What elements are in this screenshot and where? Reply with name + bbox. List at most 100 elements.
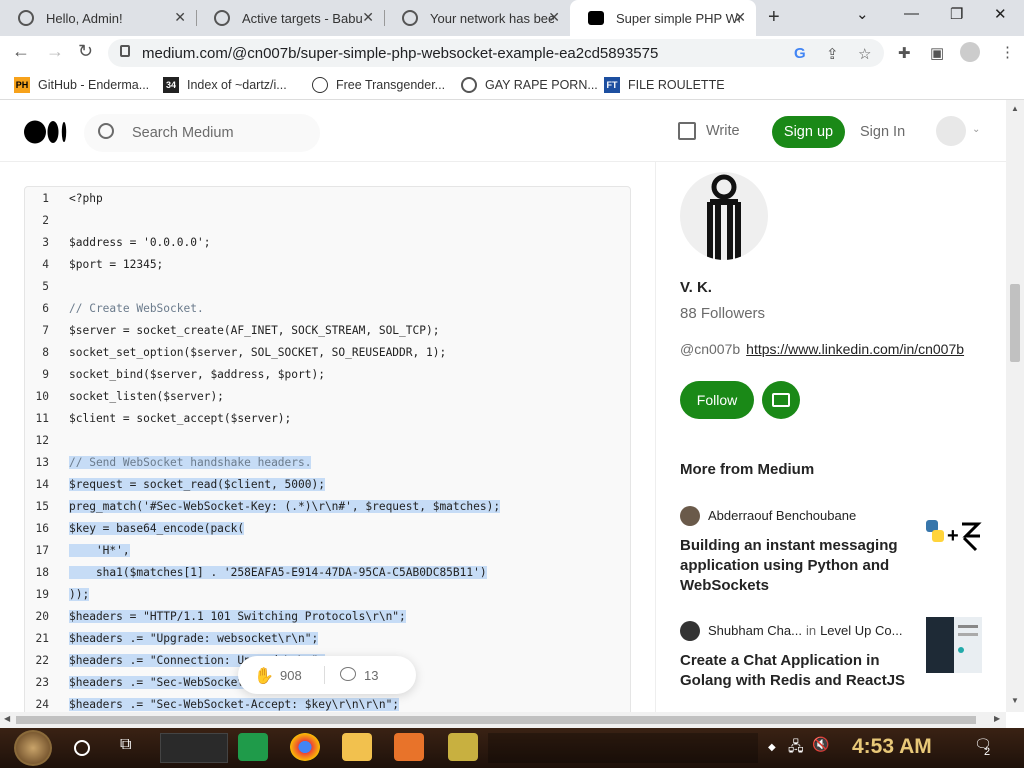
code-text[interactable]: $port = 12345; <box>69 254 163 276</box>
code-text[interactable]: socket_set_option($server, SOL_SOCKET, S… <box>69 342 446 364</box>
chrome-app-icon[interactable] <box>290 733 320 761</box>
google-translate-icon[interactable]: G <box>794 45 806 62</box>
close-tab-icon[interactable]: ✕ <box>174 9 186 26</box>
file-explorer-icon[interactable] <box>342 733 372 761</box>
new-tab-plus-icon[interactable]: + <box>768 6 780 29</box>
author-name[interactable]: Shubham Cha... <box>708 623 802 638</box>
article-title[interactable]: Create a Chat Application in Golang with… <box>680 651 908 691</box>
recommended-article[interactable]: Abderraouf Benchoubane Building an insta… <box>680 506 986 606</box>
tray-chevron-icon[interactable]: ◆ <box>768 742 776 753</box>
chevron-down-icon[interactable]: ⌄ <box>972 124 980 135</box>
response-bubble-icon[interactable] <box>340 667 356 681</box>
author-name[interactable]: Abderraouf Benchoubane <box>708 508 856 523</box>
close-tab-icon[interactable]: ✕ <box>734 9 746 26</box>
article-thumbnail[interactable]: + <box>926 516 982 572</box>
extensions-puzzle-icon[interactable]: ✚ <box>898 44 911 62</box>
task-view-icon[interactable]: ⧉ <box>120 736 131 754</box>
tab-search-chevron-icon[interactable]: ⌄ <box>856 5 869 23</box>
clap-icon[interactable]: ✋ <box>254 666 274 686</box>
volume-muted-icon[interactable]: 🔇 <box>812 736 829 753</box>
code-text[interactable]: socket_listen($server); <box>69 386 224 408</box>
clock[interactable]: 4:53 AM <box>852 735 932 759</box>
article-title[interactable]: Building an instant messaging applicatio… <box>680 536 908 596</box>
code-text[interactable]: socket_bind($server, $address, $port); <box>69 364 325 386</box>
avatar[interactable] <box>936 116 966 146</box>
code-text[interactable]: preg_match('#Sec-WebSocket-Key: (.*)\r\n… <box>69 496 501 518</box>
scroll-left-icon[interactable]: ◀ <box>4 714 10 723</box>
code-text[interactable]: $server = socket_create(AF_INET, SOCK_ST… <box>69 320 439 342</box>
code-text[interactable]: // Send WebSocket handshake headers. <box>69 452 312 474</box>
network-icon[interactable]: 🖧 <box>788 736 804 760</box>
close-tab-icon[interactable]: ✕ <box>362 9 374 26</box>
follower-count[interactable]: 88 Followers <box>680 305 765 322</box>
signup-button[interactable]: Sign up <box>772 116 845 148</box>
url-text[interactable]: medium.com/@cn007b/super-simple-php-webs… <box>142 45 658 62</box>
search-input[interactable]: Search Medium <box>84 114 320 152</box>
menu-kebab-icon[interactable]: ⋮ <box>1000 43 1015 61</box>
minimize-icon[interactable]: — <box>904 5 919 22</box>
profile-icon[interactable] <box>960 42 980 62</box>
code-text[interactable]: 'H*', <box>69 540 130 562</box>
recommended-article[interactable]: Shubham Cha... in Level Up Co... Create a … <box>680 617 986 711</box>
code-text[interactable]: <?php <box>69 188 103 210</box>
bookmark-item[interactable]: PH GitHub - Enderma... <box>14 77 149 93</box>
line-number: 11 <box>35 412 49 425</box>
publication-name[interactable]: Level Up Co... <box>820 623 902 638</box>
browser-tab[interactable]: Hello, Admin! ✕ <box>0 0 196 36</box>
share-icon[interactable]: ⇪ <box>826 45 839 63</box>
article-thumbnail[interactable] <box>926 617 982 673</box>
follow-button[interactable]: Follow <box>680 381 754 419</box>
code-text[interactable]: )); <box>69 584 90 606</box>
code-text[interactable]: sha1($matches[1] . '258EAFA5-E914-47DA-9… <box>69 562 487 584</box>
code-text-content: $request = socket_read($client, 5000); <box>69 478 325 491</box>
cortana-circle-icon[interactable] <box>74 740 90 756</box>
close-tab-icon[interactable]: ✕ <box>548 9 560 26</box>
reload-icon[interactable]: ↻ <box>78 41 93 62</box>
article-author[interactable]: Shubham Cha... in Level Up Co... <box>708 623 902 638</box>
write-button[interactable]: Write <box>678 122 740 140</box>
code-text[interactable]: $address = '0.0.0.0'; <box>69 232 210 254</box>
code-text[interactable]: $headers = "HTTP/1.1 101 Switching Proto… <box>69 606 406 628</box>
xampp-app-icon[interactable] <box>394 733 424 761</box>
author-avatar[interactable] <box>680 172 768 260</box>
lock-icon[interactable] <box>120 45 130 57</box>
linkedin-link[interactable]: https://www.linkedin.com/in/cn007b <box>746 341 964 357</box>
side-panel-icon[interactable]: ▣ <box>930 44 944 62</box>
code-text[interactable]: $client = socket_accept($server); <box>69 408 291 430</box>
bookmark-item[interactable]: 34 Index of ~dartz/i... <box>163 77 287 93</box>
scroll-down-icon[interactable]: ▼ <box>1011 696 1019 705</box>
forward-arrow-icon[interactable]: → <box>46 41 64 62</box>
back-arrow-icon[interactable]: ← <box>12 41 30 62</box>
author-avatar[interactable] <box>680 621 700 641</box>
code-text[interactable]: $key = base64_encode(pack( <box>69 518 245 540</box>
code-text[interactable]: $headers .= "Upgrade: websocket\r\n"; <box>69 628 319 650</box>
signin-link[interactable]: Sign In <box>860 124 905 140</box>
horizontal-scrollbar[interactable]: ◀ ▶ <box>0 712 1006 728</box>
browser-tab[interactable]: Your network has bee ✕ <box>384 0 570 36</box>
medium-logo-icon[interactable] <box>24 120 68 144</box>
start-button-icon[interactable] <box>14 730 52 766</box>
scroll-up-icon[interactable]: ▲ <box>1011 104 1019 113</box>
code-text[interactable]: $request = socket_read($client, 5000); <box>69 474 325 496</box>
vertical-scrollbar[interactable]: ▲ ▼ <box>1006 100 1024 712</box>
author-avatar[interactable] <box>680 506 700 526</box>
bookmark-item[interactable]: FT FILE ROULETTE <box>604 77 725 93</box>
scroll-thumb[interactable] <box>1010 284 1020 362</box>
sheets-app-icon[interactable] <box>238 733 268 761</box>
notepad-app-icon[interactable] <box>448 733 478 761</box>
article-author[interactable]: Abderraouf Benchoubane <box>708 508 856 523</box>
subscribe-button[interactable] <box>762 381 800 419</box>
bookmark-item[interactable]: Free Transgender... <box>312 77 445 93</box>
author-name[interactable]: V. K. <box>680 279 712 296</box>
address-bar[interactable]: medium.com/@cn007b/super-simple-php-webs… <box>108 39 884 67</box>
scroll-right-icon[interactable]: ▶ <box>994 714 1000 723</box>
restore-icon[interactable]: ❐ <box>950 5 963 23</box>
close-window-icon[interactable]: ✕ <box>994 5 1007 23</box>
scroll-thumb[interactable] <box>16 716 976 724</box>
browser-tab-active[interactable]: Super simple PHP We ✕ <box>570 0 756 36</box>
bookmark-item[interactable]: GAY RAPE PORN... <box>461 77 598 93</box>
bookmark-star-icon[interactable]: ☆ <box>858 45 871 63</box>
code-text[interactable]: // Create WebSocket. <box>69 298 204 320</box>
browser-tab[interactable]: Active targets - Babu ✕ <box>196 0 384 36</box>
taskbar-search-box[interactable] <box>160 733 228 763</box>
